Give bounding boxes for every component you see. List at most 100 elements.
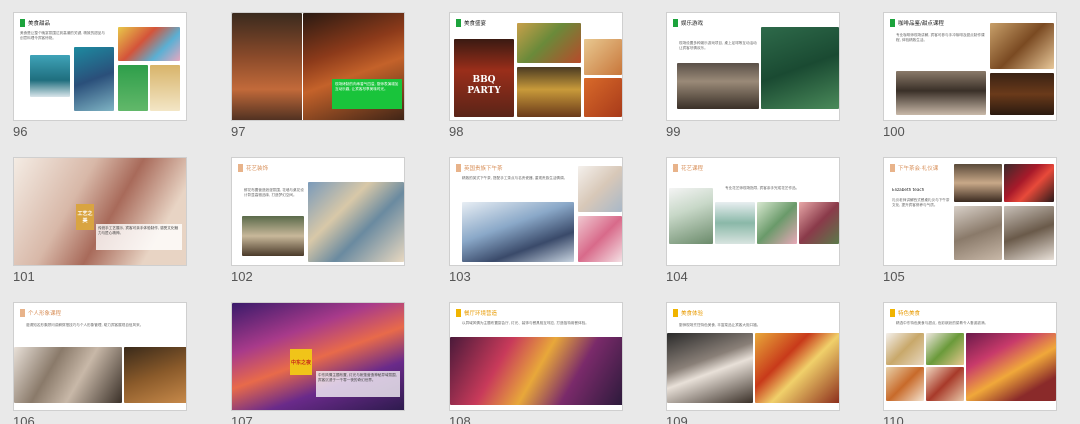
- slide-header: 咖啡品鉴/甜点课程: [890, 19, 944, 27]
- flower-class-photo: [715, 202, 755, 244]
- slide-title: 特色美食: [898, 311, 921, 317]
- tarts-photo: [990, 23, 1054, 69]
- dish-photo-2: [926, 333, 964, 365]
- slide-title: 咖啡品鉴/甜点课程: [898, 21, 944, 27]
- slide-preview[interactable]: 餐厅环境营造 以异域风情为主题布置宴会厅, 灯光、装饰与餐具相互呼应, 打造独特…: [449, 302, 623, 411]
- slide-preview[interactable]: 特色美食 精选中东特色美食与甜点, 色彩缤纷的菜肴令人垂涎欲滴。: [883, 302, 1057, 411]
- slide-thumbnail-100[interactable]: 咖啡品鉴/甜点课程 专业咖啡师现场讲解, 宾客可参与手冲咖啡及甜点制作课程, 体…: [883, 12, 1080, 139]
- dessert-buffet-photo: [966, 333, 1056, 401]
- slide-thumbnail-99[interactable]: 娱乐游戏 现场设置多种娱乐游戏项目, 桌上足球等互动活动让宾客尽情欢乐。 99: [666, 12, 866, 139]
- bouquet-photo: [757, 202, 797, 244]
- slide-preview[interactable]: 咖啡品鉴/甜点课程 专业咖啡师现场讲解, 宾客可参与手冲咖啡及甜点制作课程, 体…: [883, 12, 1057, 121]
- accent-bar: [673, 164, 678, 172]
- slide-body-text: 以异域风情为主题布置宴会厅, 灯光、装饰与餐具相互呼应, 打造独特用餐体验。: [462, 321, 589, 325]
- etiquette-teacher-photo: [954, 164, 1002, 202]
- slide-body-text: 厨师现场烹饪特色美食, 丰富菜品让宾客大饱口福。: [679, 323, 761, 327]
- slide-number: 103: [449, 269, 471, 284]
- slide-thumbnail-104[interactable]: 花艺课程 专业花艺师现场指导, 宾客亲手完成花艺作品。 104: [666, 157, 866, 284]
- slide-header: 下午茶会·礼仪课: [890, 164, 938, 172]
- slide-preview[interactable]: 娱乐游戏 现场设置多种娱乐游戏项目, 桌上足球等互动活动让宾客尽情欢乐。: [666, 12, 840, 121]
- slide-header: 英国贵族下午茶: [456, 164, 503, 172]
- buffet-photo: [755, 333, 839, 403]
- craft-badge: 工艺之美: [76, 204, 94, 230]
- slide-preview[interactable]: 个人形象课程 邀请知名形象顾问讲解穿搭技巧与个人形象管理, 助力宾客展现自信风采…: [13, 302, 187, 411]
- slide-body-text: 传统手工艺展示, 宾客可亲手体验制作, 感受文化魅力与匠心精神。: [96, 224, 182, 250]
- slide-preview[interactable]: 现场烤制的肉串香气四溢, 厨师表演增加互动乐趣, 让宾客尽享美味时光。: [231, 12, 405, 121]
- players-photo: [677, 63, 759, 109]
- dish-photo-4: [926, 367, 964, 401]
- food-spread-photo: [517, 23, 581, 63]
- accent-bar: [890, 309, 895, 317]
- accent-bar: [456, 19, 461, 27]
- accent-bar: [20, 309, 25, 317]
- slide-title: 美食体验: [681, 311, 704, 317]
- slide-sorter-grid: 美食甜品 美食是让整个晚宴氛围达到高潮的关键, 精致的甜品与创意料理令宾客惊艳。…: [0, 0, 1080, 424]
- slide-thumbnail-110[interactable]: 特色美食 精选中东特色美食与甜点, 色彩缤纷的菜肴令人垂涎欲滴。 110: [883, 302, 1080, 424]
- slide-title: 个人形象课程: [28, 311, 62, 317]
- slide-body-text: 专业咖啡师现场讲解, 宾客可参与手冲咖啡及甜点制作课程, 体验精致生活。: [896, 33, 985, 42]
- slide-thumbnail-106[interactable]: 个人形象课程 邀请知名形象顾问讲解穿搭技巧与个人形象管理, 助力宾客展现自信风采…: [13, 302, 213, 424]
- slide-preview[interactable]: 美食甜品 美食是让整个晚宴氛围达到高潮的关键, 精致的甜品与创意料理令宾客惊艳。: [13, 12, 187, 121]
- slide-number: 106: [13, 414, 35, 424]
- slide-title: 美食甜品: [28, 21, 51, 27]
- slide-body-text: 精致的英式下午茶, 搭配手工茶点与名贵瓷器, 重现贵族生活情调。: [462, 176, 568, 180]
- slide-body-text: 精选中东特色美食与甜点, 色彩缤纷的菜肴令人垂涎欲滴。: [896, 321, 989, 325]
- slide-header: 个人形象课程: [20, 309, 61, 317]
- slide-thumbnail-102[interactable]: 花艺装饰 鲜花布置营造浪漫氛围, 花墙与桌花设计彰显高雅品味, 打造梦幻空间。 …: [231, 157, 431, 284]
- slide-number: 108: [449, 414, 471, 424]
- slide-thumbnail-97[interactable]: 现场烤制的肉串香气四溢, 厨师表演增加互动乐趣, 让宾客尽享美味时光。 97: [231, 12, 431, 139]
- accent-bar: [890, 19, 895, 27]
- candy-photo: [118, 27, 180, 61]
- pastry-photo: [150, 65, 180, 111]
- slide-preview[interactable]: 英国贵族下午茶 精致的英式下午茶, 搭配手工茶点与名贵瓷器, 重现贵族生活情调。: [449, 157, 623, 266]
- tea-lesson-photo: [954, 206, 1002, 260]
- slide-body-text: 中东风情主题布置, 灯光与帐篷营造神秘异域氛围, 宾客沉浸于一千零一夜的奇幻世界…: [316, 371, 400, 397]
- green-dessert-photo: [118, 65, 148, 111]
- slide-preview[interactable]: 中东之夜 中东风情主题布置, 灯光与帐篷营造神秘异域氛围, 宾客沉浸于一千零一夜…: [231, 302, 405, 411]
- curry-photo: [517, 67, 581, 117]
- slide-number: 97: [231, 124, 246, 139]
- slide-body-text: 邀请知名形象顾问讲解穿搭技巧与个人形象管理, 助力宾客展现自信风采。: [26, 323, 144, 327]
- peacock-cake-photo: [74, 47, 114, 111]
- accent-bar: [456, 164, 461, 172]
- slide-thumbnail-101[interactable]: 工艺之美 传统手工艺展示, 宾客可亲手体验制作, 感受文化魅力与匠心精神。 10…: [13, 157, 213, 284]
- rose-tea-photo: [578, 216, 622, 262]
- accent-bar: [890, 164, 895, 172]
- slide-preview[interactable]: 美食盛宴 BBQ PARTY: [449, 12, 623, 121]
- slide-thumbnail-108[interactable]: 餐厅环境营造 以异域风情为主题布置宴会厅, 灯光、装饰与餐具相互呼应, 打造独特…: [449, 302, 649, 424]
- slide-number: 100: [883, 124, 905, 139]
- slide-thumbnail-109[interactable]: 美食体验 厨师现场烹饪特色美食, 丰富菜品让宾客大饱口福。 109: [666, 302, 866, 424]
- slide-header: 娱乐游戏: [673, 19, 703, 27]
- red-flower-photo: [1004, 164, 1054, 202]
- slide-preview[interactable]: 花艺课程 专业花艺师现场指导, 宾客亲手完成花艺作品。: [666, 157, 840, 266]
- teapot-photo: [578, 166, 622, 212]
- slide-number: 104: [666, 269, 688, 284]
- slide-title: 下午茶会·礼仪课: [898, 166, 939, 172]
- slide-header: 特色美食: [890, 309, 920, 317]
- tea-table-photo: [462, 202, 574, 262]
- slide-number: 101: [13, 269, 35, 284]
- slide-preview[interactable]: 美食体验 厨师现场烹饪特色美食, 丰富菜品让宾客大饱口福。: [666, 302, 840, 411]
- arrangement-photo: [799, 202, 839, 244]
- slide-number: 98: [449, 124, 464, 139]
- slide-thumbnail-105[interactable]: 下午茶会·礼仪课 Elizabeth teach 礼仪老师讲解西式餐桌礼仪与下午…: [883, 157, 1080, 284]
- slide-preview[interactable]: 花艺装饰 鲜花布置营造浪漫氛围, 花墙与桌花设计彰显高雅品味, 打造梦幻空间。: [231, 157, 405, 266]
- fried-food-photo: [584, 78, 622, 117]
- accent-bar: [673, 19, 678, 27]
- stylist-photo: [14, 347, 122, 403]
- slide-number: 99: [666, 124, 681, 139]
- slide-body-text: 现场设置多种娱乐游戏项目, 桌上足球等互动活动让宾客尽情欢乐。: [679, 41, 757, 50]
- slide-thumbnail-96[interactable]: 美食甜品 美食是让整个晚宴氛围达到高潮的关键, 精致的甜品与创意料理令宾客惊艳。…: [13, 12, 213, 139]
- bbq-party-badge: BBQ PARTY: [467, 75, 501, 96]
- slide-preview[interactable]: 工艺之美 传统手工艺展示, 宾客可亲手体验制作, 感受文化魅力与匠心精神。: [13, 157, 187, 266]
- slide-thumbnail-103[interactable]: 英国贵族下午茶 精致的英式下午茶, 搭配手工茶点与名贵瓷器, 重现贵族生活情调。…: [449, 157, 649, 284]
- slide-title: 餐厅环境营造: [464, 311, 498, 317]
- slide-thumbnail-107[interactable]: 中东之夜 中东风情主题布置, 灯光与帐篷营造神秘异域氛围, 宾客沉浸于一千零一夜…: [231, 302, 431, 424]
- slide-title: 花艺装饰: [246, 166, 269, 172]
- dish-photo-1: [886, 333, 924, 365]
- slide-preview[interactable]: 下午茶会·礼仪课 Elizabeth teach 礼仪老师讲解西式餐桌礼仪与下午…: [883, 157, 1057, 266]
- slide-header: 美食盛宴: [456, 19, 486, 27]
- slide-number: 96: [13, 124, 28, 139]
- slide-number: 107: [231, 414, 253, 424]
- slide-thumbnail-98[interactable]: 美食盛宴 BBQ PARTY 98: [449, 12, 649, 139]
